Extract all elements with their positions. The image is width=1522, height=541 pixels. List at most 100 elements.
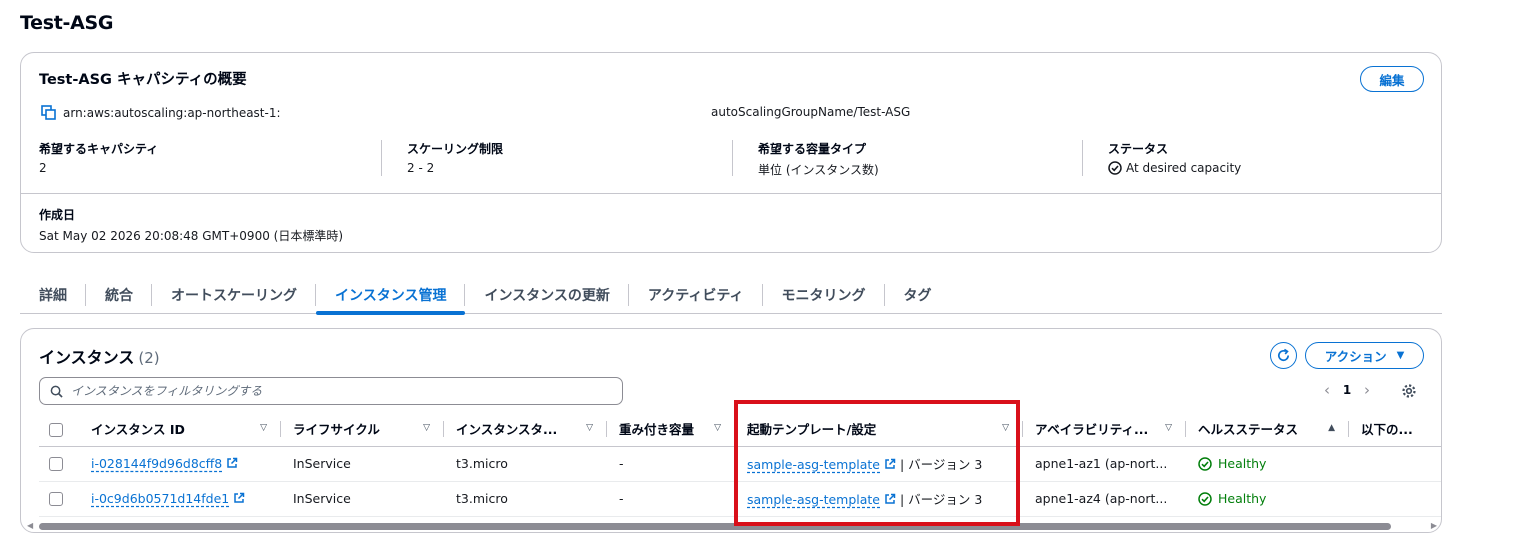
actions-label: アクション bbox=[1324, 349, 1387, 364]
select-all-header bbox=[39, 412, 79, 447]
external-link-icon[interactable] bbox=[233, 492, 245, 504]
column-header-more[interactable]: 以下の...▽ bbox=[1349, 412, 1441, 447]
tab-auto-scaling[interactable]: オートスケーリング bbox=[152, 276, 316, 313]
tab-activity[interactable]: アクティビティ bbox=[629, 276, 763, 313]
scaling-limits-label: スケーリング制限 bbox=[407, 142, 504, 156]
availability-zone-cell: apne1-az1 (ap-nort... bbox=[1023, 446, 1186, 482]
launch-template-cell: sample-asg-template | バージョン 3 bbox=[735, 481, 1023, 517]
launch-template-cell: sample-asg-template | バージョン 3 bbox=[735, 446, 1023, 482]
instances-count: (2) bbox=[138, 349, 160, 367]
refresh-button[interactable] bbox=[1270, 342, 1297, 369]
tab-label: インスタンス管理 bbox=[335, 287, 447, 304]
template-version: | バージョン 3 bbox=[900, 492, 983, 507]
pagination: ‹ 1 › bbox=[1317, 381, 1377, 399]
column-label: ライフサイクル bbox=[293, 422, 380, 438]
instances-title-text: インスタンス bbox=[39, 348, 135, 367]
desired-capacity-value: 2 bbox=[39, 161, 47, 175]
actions-dropdown-button[interactable]: アクション ▼ bbox=[1305, 342, 1424, 369]
instances-panel: インスタンス(2) アクション ▼ ‹ 1 › インスタンス ID ▽ ライフサイク… bbox=[20, 328, 1442, 533]
caret-down-icon: ▼ bbox=[1396, 350, 1405, 361]
sort-icon: ▽ bbox=[1165, 423, 1172, 433]
check-circle-icon bbox=[1108, 161, 1122, 175]
edit-button[interactable]: 編集 bbox=[1360, 66, 1424, 92]
created-date-label: 作成日 bbox=[39, 208, 76, 222]
external-link-icon[interactable] bbox=[884, 493, 896, 505]
tab-label: タグ bbox=[903, 287, 932, 304]
column-header-launch-template[interactable]: 起動テンプレート/設定 ▽ bbox=[735, 412, 1023, 447]
status-value-row: At desired capacity bbox=[1108, 161, 1241, 175]
health-status-cell: Healthy bbox=[1186, 446, 1349, 482]
column-label: 起動テンプレート/設定 bbox=[747, 422, 877, 438]
health-status-badge: Healthy bbox=[1198, 491, 1349, 506]
launch-template-link[interactable]: sample-asg-template bbox=[747, 457, 880, 472]
capacity-overview-title: Test-ASG キャパシティの概要 bbox=[39, 72, 247, 88]
column-header-lifecycle[interactable]: ライフサイクル ▽ bbox=[281, 412, 444, 447]
instance-filter-input[interactable] bbox=[71, 384, 611, 398]
gear-icon[interactable] bbox=[1401, 383, 1417, 399]
table-row[interactable]: i-028144f9d96d8cff8 InService t3.micro -… bbox=[39, 446, 1441, 482]
row-checkbox[interactable] bbox=[49, 492, 63, 507]
tab-details[interactable]: 詳細 bbox=[20, 276, 86, 313]
more-cell bbox=[1349, 481, 1441, 517]
tab-label: インスタンスの更新 bbox=[484, 287, 610, 304]
arn-text: arn:aws:autoscaling:ap-northeast-1: bbox=[63, 105, 281, 120]
tab-label: 統合 bbox=[105, 287, 133, 304]
scrollbar-thumb[interactable] bbox=[39, 523, 1391, 530]
divider bbox=[1082, 140, 1083, 176]
current-page[interactable]: 1 bbox=[1337, 383, 1357, 397]
tab-tags[interactable]: タグ bbox=[885, 276, 951, 313]
tab-integrations[interactable]: 統合 bbox=[86, 276, 152, 313]
column-header-instance-id[interactable]: インスタンス ID ▽ bbox=[79, 412, 281, 447]
health-status-text: Healthy bbox=[1218, 491, 1267, 506]
refresh-icon bbox=[1278, 348, 1290, 362]
horizontal-scrollbar[interactable]: ◀ ▶ bbox=[27, 521, 1437, 531]
sort-ascending-icon: ▲ bbox=[1328, 423, 1335, 433]
external-link-icon[interactable] bbox=[226, 457, 238, 469]
column-label: インスタンスタ... bbox=[456, 422, 558, 438]
arn-suffix: autoScalingGroupName/Test-ASG bbox=[711, 105, 911, 119]
scroll-left-icon[interactable]: ◀ bbox=[27, 521, 33, 530]
instance-id-link[interactable]: i-028144f9d96d8cff8 bbox=[91, 456, 222, 471]
instance-id-cell: i-028144f9d96d8cff8 bbox=[79, 446, 281, 482]
instances-table: インスタンス ID ▽ ライフサイクル ▽ インスタンスタ... ▽ 重み付き容量 ▽ … bbox=[39, 412, 1441, 517]
scaling-limits-value: 2 - 2 bbox=[407, 161, 435, 175]
select-all-checkbox[interactable] bbox=[49, 422, 63, 437]
tab-label: 詳細 bbox=[39, 287, 67, 304]
column-label: 重み付き容量 bbox=[619, 422, 695, 438]
column-header-health-status[interactable]: ヘルスステータス ▲ bbox=[1186, 412, 1349, 447]
status-value: At desired capacity bbox=[1126, 161, 1242, 175]
column-header-weighted-capacity[interactable]: 重み付き容量 ▽ bbox=[607, 412, 735, 447]
column-header-instance-type[interactable]: インスタンスタ... ▽ bbox=[444, 412, 607, 447]
desired-capacity-type: 希望する容量タイプ 単位 (インスタンス数) bbox=[758, 140, 879, 178]
tab-monitoring[interactable]: モニタリング bbox=[763, 276, 885, 313]
capacity-type-label: 希望する容量タイプ bbox=[758, 142, 867, 156]
next-page-icon[interactable]: › bbox=[1357, 381, 1377, 399]
column-header-availability-zone[interactable]: アベイラビリティ... ▽ bbox=[1023, 412, 1186, 447]
scaling-limits: スケーリング制限 2 - 2 bbox=[407, 140, 503, 175]
tab-label: オートスケーリング bbox=[171, 287, 297, 304]
tab-label: モニタリング bbox=[781, 287, 866, 304]
instance-type-cell: t3.micro bbox=[444, 446, 607, 482]
external-link-icon[interactable] bbox=[884, 458, 896, 470]
desired-capacity-label: 希望するキャパシティ bbox=[39, 142, 159, 156]
health-status-cell: Healthy bbox=[1186, 481, 1349, 517]
scroll-right-icon[interactable]: ▶ bbox=[1431, 521, 1437, 530]
divider bbox=[381, 140, 382, 176]
availability-zone-cell: apne1-az4 (ap-nort... bbox=[1023, 481, 1186, 517]
page-title: Test-ASG bbox=[20, 12, 114, 34]
tab-instance-management[interactable]: インスタンス管理 bbox=[316, 276, 466, 315]
tab-bar: 詳細 統合 オートスケーリング インスタンス管理 インスタンスの更新 アクティビ… bbox=[20, 276, 1442, 315]
check-circle-icon bbox=[1198, 491, 1212, 506]
capacity-type-value: 単位 (インスタンス数) bbox=[758, 163, 879, 177]
launch-template-link[interactable]: sample-asg-template bbox=[747, 492, 880, 507]
table-row[interactable]: i-0c9d6b0571d14fde1 InService t3.micro -… bbox=[39, 481, 1441, 517]
copy-icon[interactable] bbox=[41, 105, 56, 120]
tab-instance-refresh[interactable]: インスタンスの更新 bbox=[465, 276, 629, 313]
status-label: ステータス bbox=[1108, 142, 1169, 156]
instance-id-link[interactable]: i-0c9d6b0571d14fde1 bbox=[91, 491, 229, 506]
instances-title: インスタンス (2) bbox=[39, 344, 160, 368]
previous-page-icon[interactable]: ‹ bbox=[1317, 381, 1337, 399]
instance-id-cell: i-0c9d6b0571d14fde1 bbox=[79, 481, 281, 517]
row-checkbox[interactable] bbox=[49, 457, 63, 472]
column-label: ヘルスステータス bbox=[1198, 422, 1299, 438]
